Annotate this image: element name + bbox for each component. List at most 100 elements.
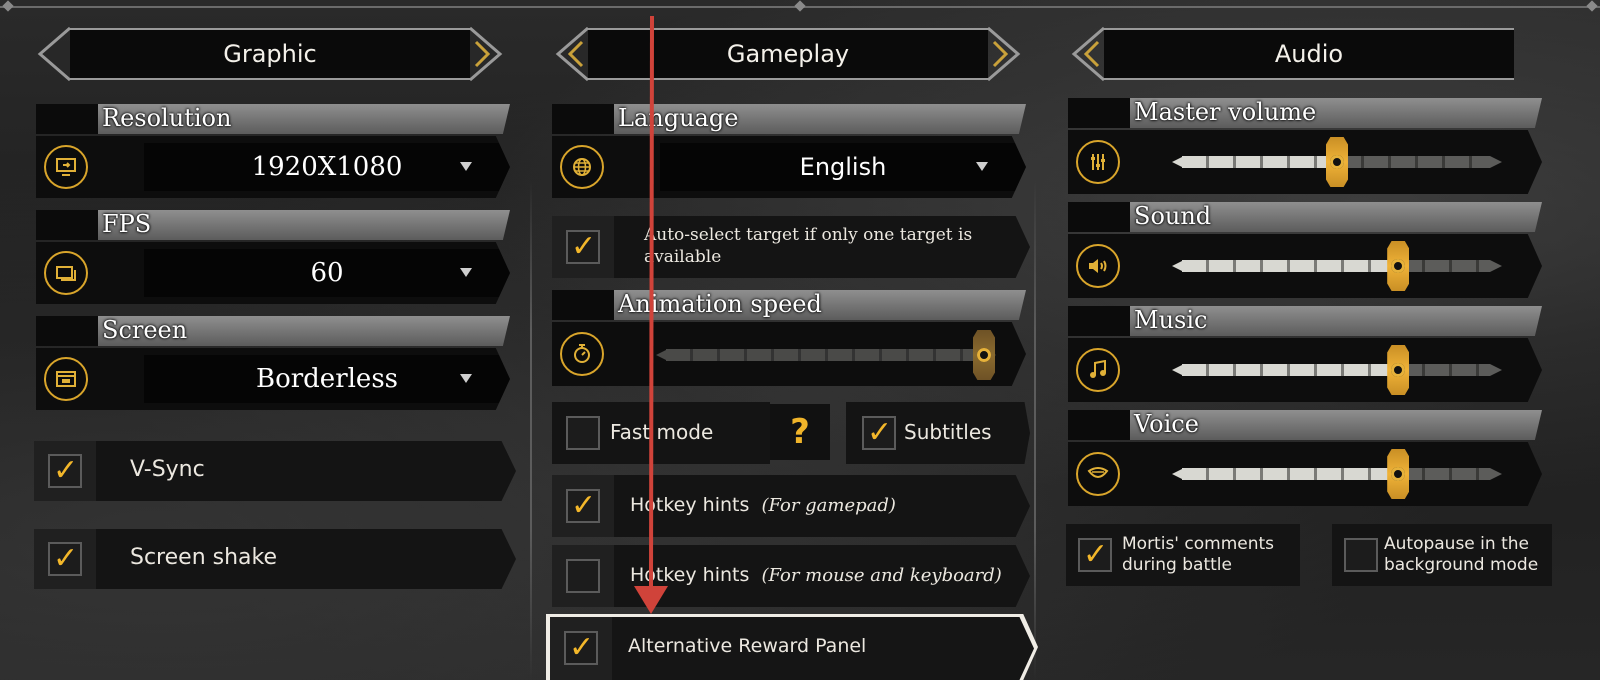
- mixer-icon: [1076, 140, 1120, 184]
- fps-row: 60: [36, 242, 510, 304]
- fps-title-bar: FPS: [36, 210, 510, 240]
- fastmode-label: Fast mode: [610, 420, 714, 444]
- vsync-label: V-Sync: [130, 457, 205, 482]
- voice-title-bar: Voice: [1068, 410, 1542, 440]
- mortis-row[interactable]: ✓ Mortis' comments during battle: [1066, 524, 1300, 586]
- slider-knob[interactable]: [1387, 449, 1410, 499]
- screen-value: Borderless: [255, 364, 399, 394]
- language-value: English: [799, 153, 887, 181]
- master-row: [1068, 130, 1542, 194]
- mortis-label: Mortis' comments during battle: [1122, 534, 1275, 575]
- autopause-label: Autopause in the background mode: [1384, 534, 1539, 575]
- fastmode-row[interactable]: Fast mode: [552, 402, 770, 464]
- hotkey-gamepad-label: Hotkey hints (For gamepad): [630, 494, 896, 516]
- slider-knob[interactable]: [973, 330, 995, 380]
- checkmark-icon: ✓: [53, 541, 79, 576]
- screen-shake-row[interactable]: ✓ Screen shake: [34, 529, 516, 589]
- fps-icon: [44, 251, 88, 295]
- slider-knob[interactable]: [1326, 137, 1348, 187]
- autopause-checkbox[interactable]: [1344, 538, 1378, 572]
- screen-row: Borderless: [36, 348, 510, 410]
- mortis-checkbox[interactable]: ✓: [1078, 538, 1112, 572]
- hotkey-mouse-hint: (For mouse and keyboard): [761, 565, 1002, 586]
- hotkey-gamepad-label-text: Hotkey hints: [630, 494, 750, 516]
- chevron-down-icon: [460, 374, 472, 383]
- animation-speed-slider[interactable]: [656, 330, 996, 380]
- animation-title-bar: Animation speed: [552, 290, 1026, 320]
- master-title: Master volume: [1134, 98, 1317, 126]
- hotkey-gamepad-checkbox[interactable]: ✓: [566, 489, 600, 523]
- hotkey-mouse-label: Hotkey hints (For mouse and keyboard): [630, 564, 1002, 586]
- alt-reward-row[interactable]: ✓ Alternative Reward Panel: [550, 617, 1034, 680]
- graphic-header-title: Graphic: [223, 40, 317, 68]
- speaker-icon: [1076, 244, 1120, 288]
- gameplay-header-title: Gameplay: [726, 40, 850, 68]
- checkmark-icon: ✓: [571, 488, 597, 523]
- language-dropdown[interactable]: English: [660, 143, 1026, 191]
- checkmark-icon: ✓: [571, 229, 597, 264]
- music-title-bar: Music: [1068, 306, 1542, 336]
- alt-reward-checkbox[interactable]: ✓: [564, 631, 598, 665]
- subtitles-row[interactable]: ✓ Subtitles: [846, 402, 1030, 464]
- master-volume-slider[interactable]: [1172, 137, 1502, 187]
- hotkey-gamepad-row[interactable]: ✓ Hotkey hints (For gamepad): [552, 475, 1030, 537]
- fps-dropdown[interactable]: 60: [144, 249, 510, 297]
- vsync-checkbox[interactable]: ✓: [48, 454, 82, 488]
- autoselect-row[interactable]: ✓ Auto-select target if only one target …: [552, 216, 1030, 278]
- music-slider[interactable]: [1172, 345, 1502, 395]
- animation-title: Animation speed: [618, 290, 822, 318]
- sound-row: [1068, 234, 1542, 298]
- fps-value: 60: [310, 258, 344, 288]
- audio-header: Audio: [1064, 24, 1554, 84]
- top-divider: [0, 0, 1600, 12]
- sound-slider[interactable]: [1172, 241, 1502, 291]
- divider-ornament: [794, 0, 806, 12]
- graphic-header: Graphic: [30, 24, 510, 84]
- vsync-row[interactable]: ✓ V-Sync: [34, 441, 516, 501]
- shake-checkbox[interactable]: ✓: [48, 542, 82, 576]
- hotkey-mouse-checkbox[interactable]: [566, 559, 600, 593]
- resolution-value: 1920X1080: [251, 152, 403, 182]
- autoselect-label: Auto-select target if only one target is…: [644, 225, 973, 267]
- hotkey-mouse-row[interactable]: Hotkey hints (For mouse and keyboard): [552, 545, 1030, 607]
- screen-title: Screen: [102, 316, 188, 344]
- resolution-title-bar: Resolution: [36, 104, 510, 134]
- fps-title: FPS: [102, 210, 152, 238]
- mouth-icon: [1076, 452, 1120, 496]
- fastmode-checkbox[interactable]: [566, 416, 600, 450]
- resolution-dropdown[interactable]: 1920X1080: [144, 143, 510, 191]
- resolution-row: 1920X1080: [36, 136, 510, 198]
- vsync-checkbox-tile: ✓: [34, 441, 96, 501]
- hotkey-gamepad-hint: (For gamepad): [761, 495, 896, 516]
- window-icon: [44, 357, 88, 401]
- alt-reward-label: Alternative Reward Panel: [628, 635, 867, 657]
- autoselect-checkbox-tile: ✓: [552, 216, 614, 278]
- chevron-down-icon: [460, 268, 472, 277]
- slider-knob[interactable]: [1387, 345, 1410, 395]
- screen-dropdown[interactable]: Borderless: [144, 355, 510, 403]
- autopause-row[interactable]: Autopause in the background mode: [1332, 524, 1552, 586]
- shake-label: Screen shake: [130, 545, 278, 570]
- monitor-icon: [44, 145, 88, 189]
- music-title: Music: [1134, 306, 1208, 334]
- audio-header-title: Audio: [1274, 40, 1344, 68]
- autoselect-checkbox[interactable]: ✓: [566, 230, 600, 264]
- slider-knob[interactable]: [1387, 241, 1410, 291]
- chevron-down-icon: [976, 162, 988, 171]
- divider-ornament: [2, 0, 14, 12]
- globe-icon: [560, 145, 604, 189]
- music-row: [1068, 338, 1542, 402]
- help-icon[interactable]: ?: [770, 404, 830, 460]
- stopwatch-icon: [560, 332, 604, 376]
- sound-title: Sound: [1134, 202, 1212, 230]
- voice-slider[interactable]: [1172, 449, 1502, 499]
- divider-ornament: [1586, 0, 1598, 12]
- subtitles-label: Subtitles: [904, 420, 992, 444]
- voice-row: [1068, 442, 1542, 506]
- hotkey-gamepad-checkbox-tile: ✓: [552, 475, 614, 537]
- animation-row: [552, 322, 1026, 386]
- gameplay-header: Gameplay: [548, 24, 1028, 84]
- chevron-down-icon: [460, 162, 472, 171]
- subtitles-checkbox[interactable]: ✓: [862, 416, 896, 450]
- language-title: Language: [618, 104, 739, 132]
